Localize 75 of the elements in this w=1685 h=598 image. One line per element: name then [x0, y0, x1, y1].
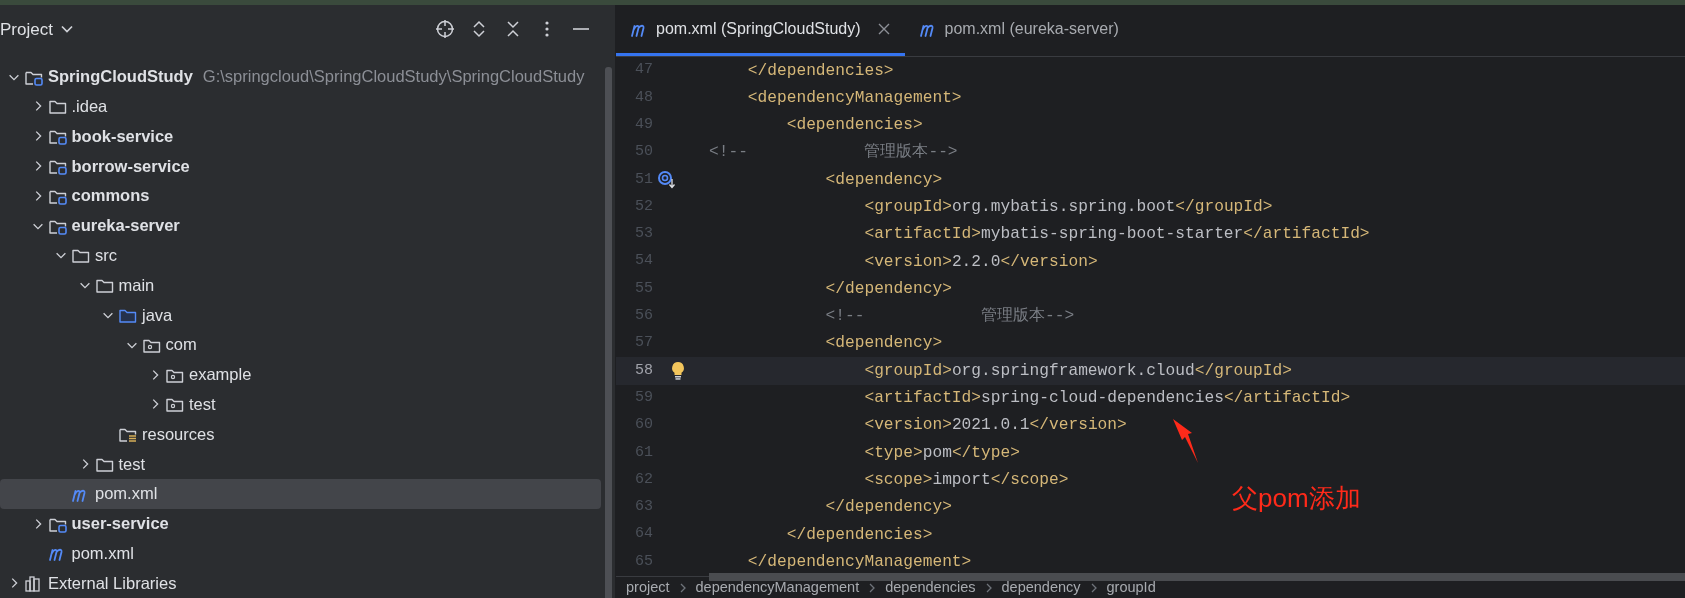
- tree-item-label: main: [118, 274, 155, 296]
- tree-item-label: book-service: [71, 125, 174, 147]
- code-line: <type>pom</type>: [863, 442, 1020, 464]
- tree-item-label: commons: [71, 185, 150, 207]
- code-line: <dependency>: [824, 333, 943, 355]
- breadcrumb[interactable]: dependency: [1001, 576, 1081, 598]
- tree-item-label: External Libraries: [48, 572, 177, 594]
- chevron-right-icon: [984, 581, 993, 594]
- tree-row[interactable]: src: [0, 240, 601, 271]
- tree-row[interactable]: resources: [0, 419, 601, 449]
- override-marker-icon[interactable]: [657, 169, 677, 190]
- scrollbar-thumb[interactable]: [605, 67, 612, 598]
- code-comment: <!-- 管理版本-->: [824, 306, 1075, 328]
- code-line: </dependency>: [824, 497, 952, 519]
- tree-item-label: src: [95, 244, 117, 266]
- code-line: <scope>import</scope>: [863, 469, 1069, 491]
- code-line: <version>2.2.0</version>: [863, 251, 1098, 273]
- tree-row[interactable]: pom.xml: [0, 478, 601, 509]
- locate-icon[interactable]: [435, 19, 455, 40]
- annotation-text: 父pom添加: [1232, 482, 1361, 515]
- tree-item-label: resources: [142, 423, 215, 445]
- chevron-right-icon: [1089, 581, 1098, 594]
- code-line: </dependencies>: [746, 60, 894, 82]
- tree-row[interactable]: java: [0, 300, 601, 330]
- tree-row[interactable]: com: [0, 329, 601, 360]
- tree-item-label: user-service: [71, 513, 169, 535]
- editor-tab[interactable]: pom.xml (eureka-server): [904, 5, 1133, 56]
- tree-row[interactable]: .idea: [0, 91, 601, 122]
- tree-item-label: test: [118, 453, 146, 475]
- tree-item-label: borrow-service: [71, 155, 190, 177]
- tree-item-label: eureka-server: [71, 215, 180, 237]
- breadcrumb[interactable]: dependencyManagement: [695, 576, 860, 598]
- tree-row[interactable]: test: [0, 389, 601, 420]
- tree-row[interactable]: book-service: [0, 121, 601, 152]
- breadcrumb[interactable]: groupId: [1106, 576, 1156, 598]
- code-line: <dependencyManagement>: [746, 87, 962, 109]
- code-line: </dependencies>: [785, 524, 933, 546]
- code-line: <dependencies>: [785, 115, 923, 137]
- scrollbar-thumb[interactable]: [709, 573, 1685, 581]
- close-icon[interactable]: [876, 21, 891, 36]
- code-line: <dependency>: [824, 169, 943, 191]
- tree-item-label: example: [189, 364, 252, 386]
- tree-row[interactable]: borrow-service: [0, 151, 601, 181]
- editor-tab[interactable]: pom.xml (SpringCloudStudy): [616, 5, 905, 56]
- code-line: <artifactId>mybatis-spring-boot-starter</artifactId>: [863, 224, 1370, 246]
- code-line: <version>2021.0.1</version>: [863, 415, 1127, 437]
- panel-title: Project: [0, 18, 53, 41]
- code-line: <artifactId>spring-cloud-dependencies</artifactId>: [863, 388, 1351, 410]
- tree-item-label: test: [189, 393, 216, 415]
- tree-item-label: .idea: [71, 95, 108, 117]
- tree-item-label: SpringCloudStudy: [48, 66, 193, 88]
- chevron-right-icon: [678, 581, 687, 594]
- tree-row[interactable]: External Libraries: [0, 568, 601, 598]
- code-line: <groupId>org.springframework.cloud</groupId>: [863, 360, 1292, 382]
- tree-row[interactable]: test: [0, 449, 601, 479]
- tree-row[interactable]: commons: [0, 180, 601, 211]
- tree-row[interactable]: main: [0, 270, 601, 301]
- breadcrumb[interactable]: dependencies: [885, 576, 976, 598]
- code-line: </dependencyManagement>: [746, 551, 972, 573]
- tree-row[interactable]: SpringCloudStudy G:\springcloud\SpringCloudStudy\SpringCloudStudy: [0, 61, 601, 92]
- tree-item-label: pom.xml: [71, 542, 134, 564]
- code-line: <groupId>org.mybatis.spring.boot</groupId>: [863, 197, 1273, 218]
- tree-item-label: java: [142, 304, 173, 326]
- tree-row[interactable]: example: [0, 359, 601, 390]
- code-line: </dependency>: [824, 278, 952, 300]
- code-comment: <!-- 管理版本-->: [709, 142, 958, 164]
- tree-row[interactable]: user-service: [0, 508, 601, 539]
- tree-row[interactable]: pom.xml: [0, 538, 601, 569]
- tree-row[interactable]: eureka-server: [0, 210, 601, 241]
- chevron-right-icon: [868, 581, 877, 594]
- tree-item-label: com: [165, 334, 197, 356]
- tree-item-label: pom.xml: [95, 483, 158, 505]
- path-hint: G:\springcloud\SpringCloudStudy\SpringCloudStudy: [202, 66, 585, 88]
- breadcrumb[interactable]: project: [626, 576, 670, 598]
- line-number: 58: [634, 360, 653, 381]
